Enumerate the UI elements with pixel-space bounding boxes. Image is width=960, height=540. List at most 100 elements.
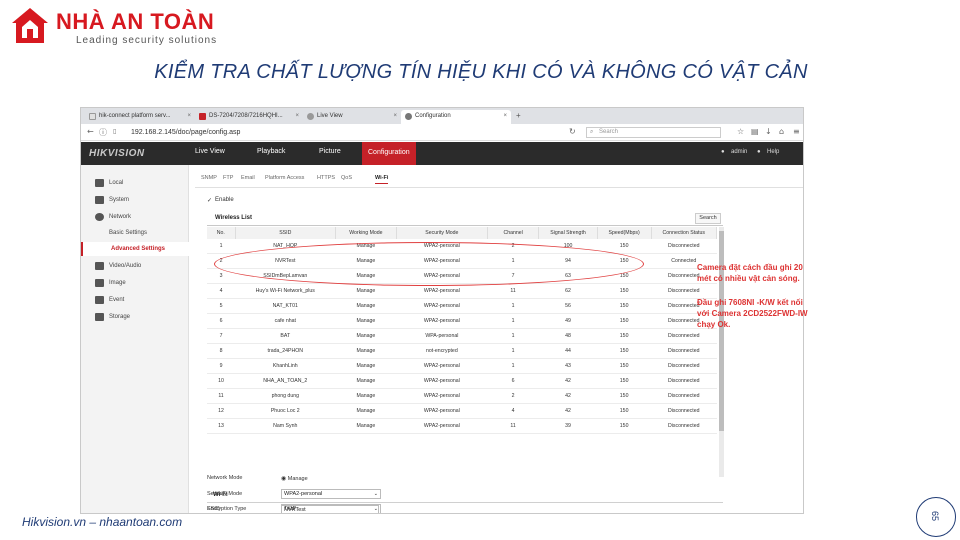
table-cell: Disconnected (651, 328, 717, 345)
checkbox-checked-icon: ✓ (207, 198, 213, 204)
table-row[interactable]: 8 trada_24PHON Manage not-encrypted 1 44 150 Di… (207, 343, 717, 359)
table-cell: Phuoc Loc 2 (235, 403, 336, 419)
table-cell: Disconnected (651, 388, 717, 404)
tab-email[interactable]: Email (241, 175, 255, 181)
close-icon[interactable]: × (393, 113, 397, 119)
scrollbar-thumb[interactable] (719, 231, 724, 431)
browser-tab-1[interactable]: hik-connect platform serv... × (85, 110, 195, 124)
sidebar-item-network[interactable]: Network (95, 212, 189, 222)
table-cell: Manage (335, 418, 397, 434)
sidebar-item-image[interactable]: Image (95, 278, 189, 288)
annotation-note-2: Đầu ghi 7608NI -K/W kết nối với Camera 2… (697, 298, 808, 329)
browser-tab-3[interactable]: Live View × (303, 110, 401, 124)
table-cell: Disconnected (651, 239, 717, 255)
sidebar-item-advanced-settings[interactable]: Advanced Settings (81, 242, 189, 256)
sidebar-item-storage[interactable]: Storage (95, 312, 189, 322)
table-cell: Disconnected (651, 373, 717, 389)
table-row[interactable]: 13 Nam Synh Manage WPA2-personal 11 39 150 Disc… (207, 418, 717, 434)
browser-search-input[interactable]: ⌕ Search (586, 127, 721, 138)
reload-icon[interactable]: ↻ (569, 127, 576, 136)
tab-qos[interactable]: QoS (341, 175, 352, 181)
table-row[interactable]: 12 Phuoc Loc 2 Manage WPA2-personal 4 42 150 Di… (207, 403, 717, 419)
table-cell: 1 (207, 239, 236, 255)
divider (195, 187, 803, 188)
table-cell: Manage (335, 343, 397, 359)
browser-tab-2[interactable]: DS-7204/7208/7216HQHI... × (195, 110, 303, 124)
enable-checkbox[interactable]: ✓ Enable (207, 197, 234, 204)
close-icon[interactable]: × (295, 113, 299, 119)
tab-platform-access[interactable]: Platform Access (265, 175, 304, 181)
table-cell: 49 (538, 313, 598, 330)
table-cell: cafe nhat (235, 313, 336, 330)
star-icon[interactable]: ☆ (737, 127, 744, 136)
table-row[interactable]: 9 KhanhLinh Manage WPA2-personal 1 43 150 Disco… (207, 358, 717, 374)
close-icon[interactable]: × (187, 113, 191, 119)
table-cell: KhanhLinh (235, 358, 336, 374)
wireless-search-button[interactable]: Search (695, 213, 721, 224)
table-cell: 1 (487, 298, 539, 315)
tab-label: Live View (317, 113, 343, 119)
table-cell: WPA-personal (396, 328, 488, 345)
tab-ftp[interactable]: FTP (223, 175, 233, 181)
table-cell: 10 (207, 373, 236, 389)
table-cell: Manage (335, 358, 397, 374)
sidebar-item-video-audio[interactable]: Video/Audio (95, 261, 189, 271)
url-field[interactable]: 192.168.2.145/doc/page/config.asp (127, 127, 575, 138)
tab-snmp[interactable]: SNMP (201, 175, 217, 181)
home-icon[interactable]: ⌂ (779, 127, 784, 136)
user-icon: ● (721, 149, 725, 155)
tab-label: hik-connect platform serv... (99, 113, 171, 119)
sidebar-item-system[interactable]: System (95, 195, 189, 205)
enable-label: Enable (215, 197, 234, 203)
table-cell: 42 (538, 403, 598, 419)
highlight-ellipse (214, 242, 644, 286)
table-row[interactable]: 6 cafe nhat Manage WPA2-personal 1 49 150 Disco… (207, 313, 717, 330)
menu-icon[interactable]: ≡ (793, 127, 800, 136)
info-icon[interactable]: ⓘ (99, 127, 107, 138)
table-cell: 150 (597, 373, 651, 389)
table-row[interactable]: 4 Huy's Wi-Fi Network_plus Manage WPA2-pers… (207, 283, 717, 300)
download-icon[interactable]: ↓ (765, 127, 772, 136)
table-cell: Manage (335, 283, 397, 300)
column-header: Working Mode (335, 227, 397, 239)
library-icon[interactable]: ▤ (751, 127, 759, 136)
table-cell: NHA_AN_TOAN_2 (235, 373, 336, 389)
column-header: No. (207, 227, 236, 239)
table-row[interactable]: 7 BAT Manage WPA-personal 1 48 150 Disconnected (207, 328, 717, 345)
table-cell: 8 (207, 343, 236, 359)
hikvision-favicon-icon (199, 113, 206, 120)
table-row[interactable]: 10 NHA_AN_TOAN_2 Manage WPA2-personal 6 42 150… (207, 373, 717, 389)
nav-playback[interactable]: Playback (257, 148, 285, 155)
tab-https[interactable]: HTTPS (317, 175, 335, 181)
tab-wifi[interactable]: Wi-Fi (375, 175, 389, 184)
network-mode-radio[interactable]: ◉ Manage (281, 475, 308, 482)
encryption-type-select[interactable]: TKIP ⌄ (281, 504, 381, 513)
back-icon[interactable]: ← (87, 127, 94, 136)
table-cell: 150 (597, 358, 651, 374)
security-mode-select[interactable]: WPA2-personal ⌄ (281, 489, 381, 499)
slide-title: KIỂM TRA CHẤT LƯỢNG TÍN HIỆU KHI CÓ VÀ K… (154, 61, 808, 83)
close-icon[interactable]: × (503, 113, 507, 119)
table-cell: phong dung (235, 388, 336, 404)
sidebar-item-basic-settings[interactable]: Basic Settings (95, 228, 189, 238)
nav-picture[interactable]: Picture (319, 148, 341, 155)
table-row[interactable]: 11 phong dung Manage WPA2-personal 2 42 150 Dis… (207, 388, 717, 404)
new-tab-button[interactable]: + (513, 110, 527, 124)
sidebar-item-event[interactable]: Event (95, 295, 189, 305)
table-cell: 1 (487, 343, 539, 359)
nav-configuration[interactable]: Configuration (362, 142, 416, 165)
table-cell: NAT_KT01 (235, 298, 336, 315)
video-icon (95, 262, 104, 270)
user-name[interactable]: admin (731, 149, 747, 155)
table-cell: trada_24PHON (235, 343, 336, 359)
browser-tab-4[interactable]: Configuration × (401, 110, 511, 124)
nav-live-view[interactable]: Live View (195, 148, 225, 155)
image-icon (95, 279, 104, 287)
table-cell: 1 (487, 328, 539, 345)
table-cell: 11 (207, 388, 236, 404)
help-link[interactable]: Help (767, 149, 779, 155)
table-cell: 150 (597, 343, 651, 359)
sidebar-item-local[interactable]: Local (95, 178, 189, 188)
table-row[interactable]: 5 NAT_KT01 Manage WPA2-personal 1 56 150 Discon… (207, 298, 717, 315)
system-icon (95, 196, 104, 204)
